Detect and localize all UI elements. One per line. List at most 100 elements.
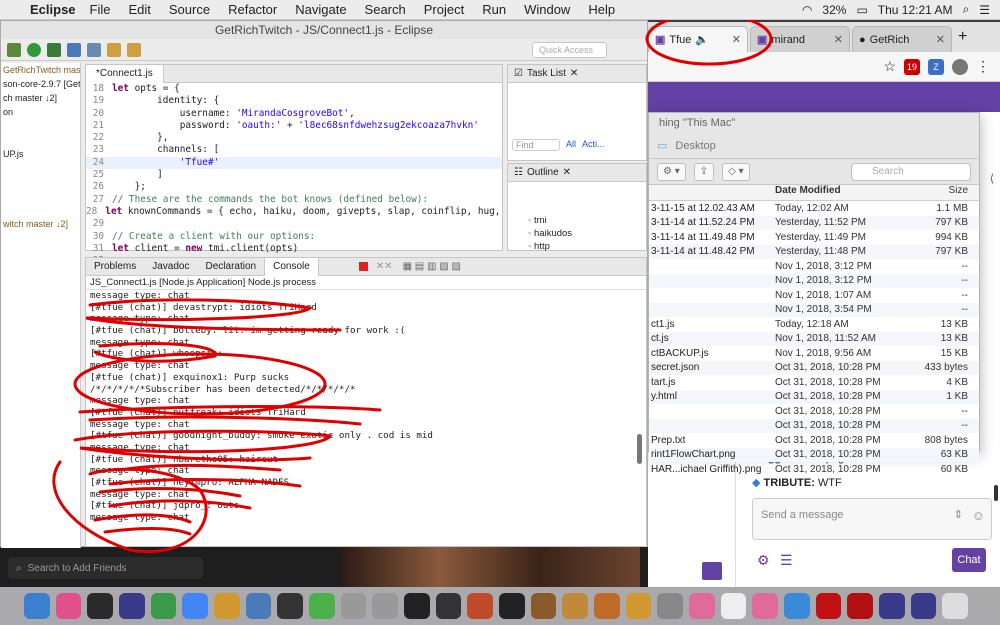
bug-icon[interactable] (7, 42, 21, 57)
unknown-icon[interactable] (372, 593, 399, 619)
search-icon[interactable] (87, 42, 101, 57)
notification-center-icon[interactable]: ☰ (979, 3, 990, 17)
finder-file-row[interactable]: Oct 31, 2018, 10:28 PM -- (649, 404, 979, 419)
acrobat-icon[interactable] (847, 593, 874, 619)
finder-file-row[interactable]: Nov 1, 2018, 3:12 PM -- (649, 273, 979, 288)
xcode-icon[interactable] (784, 593, 810, 619)
outline-item[interactable]: ◦ haikudos (528, 227, 646, 240)
chat-input[interactable]: Send a message ☺ ⇕ (752, 498, 992, 540)
terminal-icon[interactable] (404, 593, 430, 619)
browser-tab-getrich[interactable]: ● GetRich ✕ (852, 26, 952, 52)
tab-declaration[interactable]: Declaration (198, 258, 265, 276)
menu-search[interactable]: Search (365, 2, 406, 17)
code-line[interactable]: 20 username: 'MirandaCosgroveBot', (86, 108, 502, 120)
new-icon[interactable] (67, 42, 81, 57)
code-line[interactable]: 18 let opts = { (86, 83, 502, 95)
guitar-icon[interactable] (530, 593, 557, 619)
console-tools-icon[interactable]: ▦ ▤ ▥ ▧ ▨ (403, 261, 461, 272)
menu-window[interactable]: Window (524, 2, 570, 17)
settings-icon[interactable] (657, 593, 684, 619)
code-line[interactable]: 27 // These are the commands the bot know… (86, 194, 502, 206)
spotlight-icon[interactable]: ⌕ (963, 2, 970, 17)
h-icon[interactable] (562, 593, 589, 619)
eclipse-icon[interactable] (910, 593, 937, 619)
code-line[interactable]: 25 ] (86, 169, 502, 181)
profile-avatar[interactable] (952, 58, 968, 75)
list-icon[interactable]: ☰ (780, 552, 793, 569)
filezilla-icon[interactable] (815, 593, 842, 619)
explorer-item[interactable]: UP.js (1, 147, 80, 161)
explorer-item[interactable]: ch master ↓2] (1, 91, 80, 105)
explorer-item[interactable] (1, 133, 80, 147)
battery-icon[interactable]: ▭ (856, 3, 867, 17)
finder-file-row[interactable]: HAR...ichael Griffith).png Oct 31, 2018, … (649, 462, 979, 477)
finder-file-row[interactable]: ct.js Nov 1, 2018, 11:52 AM 13 KB (649, 331, 979, 346)
search-friends-input[interactable]: ⌕ Search to Add Friends (8, 557, 203, 579)
clock[interactable]: Thu 12:21 AM (878, 3, 953, 17)
emote-icon[interactable]: ☺ (972, 508, 985, 523)
code-line[interactable]: 19 identity: { (86, 95, 502, 107)
abp-extension-icon[interactable]: 19 (904, 58, 920, 75)
tab-console[interactable]: Console (264, 257, 319, 276)
share-button[interactable]: ⇪ (693, 162, 715, 181)
finder-file-row[interactable]: rint1FlowChart.png Oct 31, 2018, 10:28 PM… (649, 447, 979, 462)
find-input[interactable]: Find (512, 139, 560, 151)
menu-source[interactable]: Source (169, 2, 210, 17)
menu-project[interactable]: Project (424, 2, 464, 17)
menu-file[interactable]: File (90, 2, 111, 17)
menu-icon[interactable]: ⋮ (976, 58, 990, 75)
editor-tab-connect1[interactable]: *Connect1.js (86, 64, 164, 83)
finder-file-row[interactable]: Oct 31, 2018, 10:28 PM -- (649, 418, 979, 433)
close-tab-icon[interactable]: ✕ (834, 33, 843, 46)
browser-tab-tfue[interactable]: ▣ Tfue 🔈 ✕ (648, 26, 748, 52)
code-line[interactable]: 22 }, (86, 132, 502, 144)
finder-file-row[interactable]: Nov 1, 2018, 1:07 AM -- (649, 288, 979, 303)
numbers-icon[interactable] (150, 593, 177, 619)
code-line[interactable]: 26 }; (86, 181, 502, 193)
battery-percent[interactable]: 32% (822, 3, 846, 17)
gp-icon[interactable] (435, 593, 462, 619)
finder-file-row[interactable]: ct1.js Today, 12:18 AM 13 KB (649, 317, 979, 332)
code-area[interactable]: 18 let opts = {19 identity: {20 username:… (86, 83, 512, 267)
remove-icon[interactable]: ✕✕ (376, 261, 393, 272)
acti-link[interactable]: Acti... (582, 139, 605, 151)
outline-item[interactable]: ◦ http (528, 240, 646, 253)
code-line[interactable]: 24 'Tfue#' (86, 156, 502, 170)
wifi-icon[interactable]: ◠ (802, 3, 812, 17)
run-icon[interactable] (27, 42, 41, 57)
pycharm-icon[interactable] (87, 593, 114, 619)
explorer-item[interactable]: witch master ↓2] (1, 217, 80, 231)
finder-icon[interactable] (24, 593, 50, 619)
photos-icon[interactable] (752, 593, 779, 619)
finder-search-input[interactable]: Search (851, 162, 971, 181)
chat-send-button[interactable]: Chat (952, 548, 986, 572)
finder-file-row[interactable]: secret.json Oct 31, 2018, 10:28 PM 433 byt… (649, 360, 979, 375)
finder-file-row[interactable]: 3-11-14 at 11.48.42 PM Yesterday, 11:48 P… (649, 244, 979, 259)
nav-back-icon[interactable] (107, 42, 121, 57)
close-tab-icon[interactable]: ✕ (936, 33, 945, 46)
finder-file-row[interactable]: 3-11-14 at 11.49.48 PM Yesterday, 11:49 P… (649, 230, 979, 245)
scrollbar-thumb[interactable] (994, 485, 998, 501)
eclipse-icon[interactable] (879, 593, 905, 619)
textedit-icon[interactable] (720, 593, 747, 619)
new-tab-icon[interactable]: + (958, 28, 967, 46)
action-gear-button[interactable]: ⚙ ▾ (657, 162, 686, 181)
console-output[interactable]: message type: chat [#tfue (chat)] devastr… (86, 290, 646, 524)
github-icon[interactable] (277, 593, 304, 619)
menu-navigate[interactable]: Navigate (295, 2, 346, 17)
photos-icon[interactable] (689, 593, 715, 619)
collapse-chat-icon[interactable]: ⟨ (990, 172, 994, 185)
dropbox-button[interactable]: ◇ ▾ (722, 162, 750, 181)
z-extension-icon[interactable]: Z (928, 58, 944, 75)
date-column-header[interactable]: Date Modified (769, 185, 914, 200)
tab-problems[interactable]: Problems (86, 258, 144, 276)
explorer-item[interactable] (1, 189, 80, 203)
keynote-icon[interactable] (245, 593, 272, 619)
browser-tab-miranda[interactable]: ▣ mirand ✕ (750, 26, 850, 52)
whispers-icon[interactable] (702, 562, 722, 580)
star-icon[interactable]: ☆ (883, 58, 896, 75)
settings-icon[interactable]: ⚙ (757, 552, 770, 569)
explorer-item[interactable] (1, 119, 80, 133)
console-scrollbar[interactable] (637, 434, 642, 464)
finder-file-row[interactable]: 3-11-15 at 12.02.43 AM Today, 12:02 AM 1.1… (649, 201, 979, 216)
